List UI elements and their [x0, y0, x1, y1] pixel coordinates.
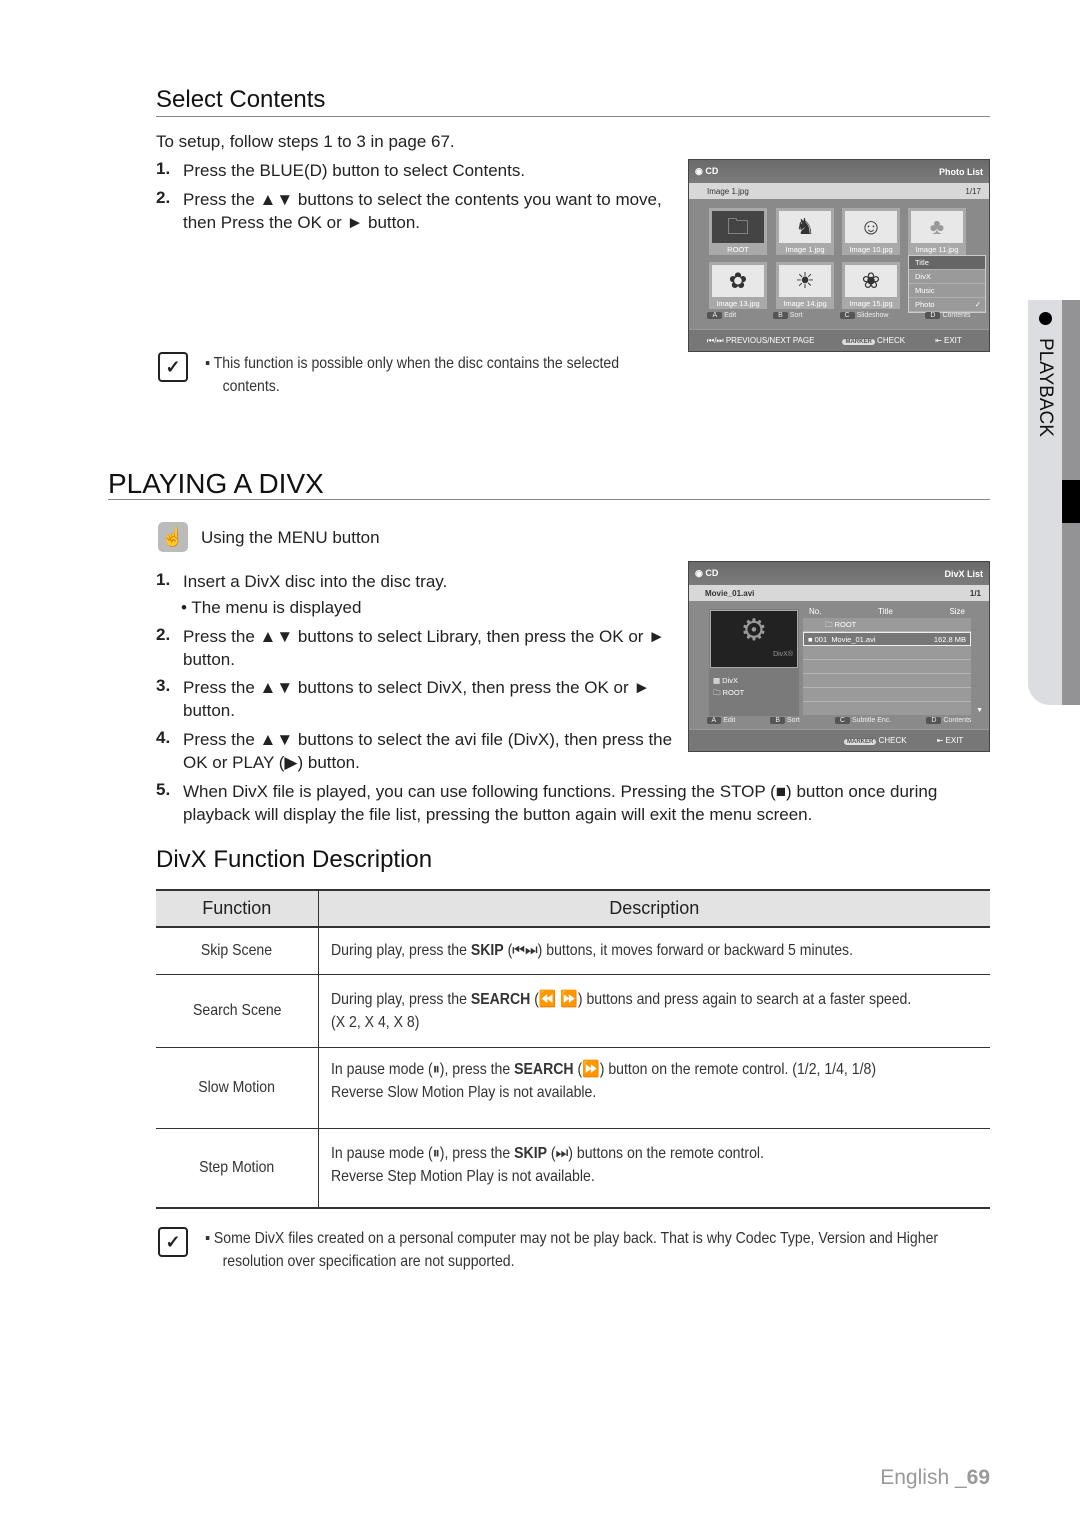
thumb-image[interactable]: ♣ Image 11.jpg [908, 208, 966, 255]
table-row: Step Motion In pause mode (⏸), press the … [156, 1128, 990, 1209]
thumb-image[interactable]: ♞ Image 1.jpg [776, 208, 834, 255]
table-header: Function Description [156, 889, 990, 928]
section-title-function-description: DivX Function Description [156, 846, 433, 873]
step-3: Press the ▲▼ buttons to select DivX, the… [183, 678, 651, 720]
intro-text: To setup, follow steps 1 to 3 in page 67… [156, 132, 455, 151]
menu-item-music[interactable]: Music [909, 284, 985, 298]
step-1: Insert a DivX disc into the disc tray. • … [181, 572, 448, 617]
menu-item-photo[interactable]: Photo ✓ [909, 298, 985, 312]
current-file: Image 1.jpg [707, 186, 749, 196]
disc-source: ◉ CD [695, 166, 719, 176]
thumb-image[interactable]: ❀ Image 15.jpg [842, 262, 900, 309]
table-row: Search Scene During play, press the SEARC… [156, 974, 990, 1048]
page-footer: English _69 [880, 1466, 990, 1489]
step-2: Press the ▲▼ buttons to select the conte… [183, 190, 662, 232]
thumb-image[interactable]: ✿ Image 13.jpg [709, 262, 767, 309]
section-title-playing-divx: PLAYING A DIVX [108, 468, 324, 499]
side-tab-label: PLAYBACK [1035, 338, 1056, 437]
thumb-image[interactable]: ☺ Image 10.jpg [842, 208, 900, 255]
hand-pointer-icon: ☝ [158, 522, 188, 552]
step-4: Press the ▲▼ buttons to select the avi f… [183, 730, 673, 772]
step-1: Press the BLUE(D) button to select Conte… [183, 161, 526, 180]
step-number: 3. [156, 676, 171, 695]
screen-footer: ⏮/⏭ PREVIOUS/NEXT PAGE MARKER CHECK ⇤ EX… [689, 329, 989, 351]
table-row: Skip Scene During play, press the SKIP (⏮… [156, 927, 990, 975]
screen-title: DivX List [944, 568, 983, 579]
note-icon: ✓ [158, 1227, 188, 1257]
thumb-root[interactable]: 🗀 ROOT [709, 208, 767, 255]
current-file: Movie_01.avi [705, 588, 755, 598]
function-table: Function Description Skip Scene During pla… [156, 889, 990, 1209]
step-number: 1. [156, 159, 171, 178]
screen-title: Photo List [939, 166, 983, 177]
note-text: ▪ This function is possible only when th… [205, 355, 620, 395]
step-number: 5. [156, 780, 171, 799]
step-number: 1. [156, 570, 171, 589]
step-2: Press the ▲▼ buttons to select Library, … [183, 627, 665, 669]
note-text: ▪ Some DivX files created on a personal … [205, 1230, 939, 1270]
menu-button-label: Using the MENU button [201, 528, 380, 547]
divider [156, 116, 990, 117]
file-list: 🗀 ROOT ■ 001 Movie_01.avi 162.8 MB [803, 618, 971, 715]
step-number: 2. [156, 625, 171, 644]
photo-list-screenshot: ◉ CD Photo List Image 1.jpg 1/17 🗀 ROOT ♞ Im… [688, 159, 990, 352]
preview-panel: ⚙ DivX® ▦ DivX 🗀 ROOT [709, 609, 799, 716]
step-5: When DivX file is played, you can use fo… [183, 782, 938, 824]
page-count: 1/1 [969, 588, 981, 598]
color-keys: A Edit B Sort C Subtitle Enc. D Contents [689, 717, 989, 724]
column-header: Description [318, 889, 990, 928]
step-number: 4. [156, 728, 171, 747]
menu-item-title[interactable]: Title [909, 256, 985, 270]
thumb-image[interactable]: ☀ Image 14.jpg [776, 262, 834, 309]
divider [108, 499, 990, 500]
file-row[interactable]: ■ 001 Movie_01.avi 162.8 MB [803, 632, 971, 646]
page-count: 1/17 [965, 186, 981, 196]
color-keys: A Edit B Sort C Slideshow D Contents [689, 312, 989, 319]
step-number: 2. [156, 188, 171, 207]
scroll-down-icon[interactable]: ▼ [976, 707, 983, 714]
menu-item-divx[interactable]: DivX [909, 270, 985, 284]
table-row: Slow Motion In pause mode (⏸), press the … [156, 1047, 990, 1129]
section-title-select-contents: Select Contents [156, 86, 326, 113]
column-header: Function [156, 889, 319, 928]
bullet-icon [1039, 312, 1052, 325]
divx-list-screenshot: ◉ CD DivX List Movie_01.avi 1/1 ⚙ DivX® ▦ D… [688, 561, 990, 752]
contents-menu: Title DivX Music Photo ✓ [908, 255, 986, 313]
note-icon: ✓ [158, 352, 188, 382]
film-reel-icon: ⚙ DivX® [710, 610, 798, 668]
screen-footer: MARKER CHECK ⇤ EXIT [689, 729, 989, 751]
side-tab[interactable]: PLAYBACK [1028, 300, 1080, 705]
